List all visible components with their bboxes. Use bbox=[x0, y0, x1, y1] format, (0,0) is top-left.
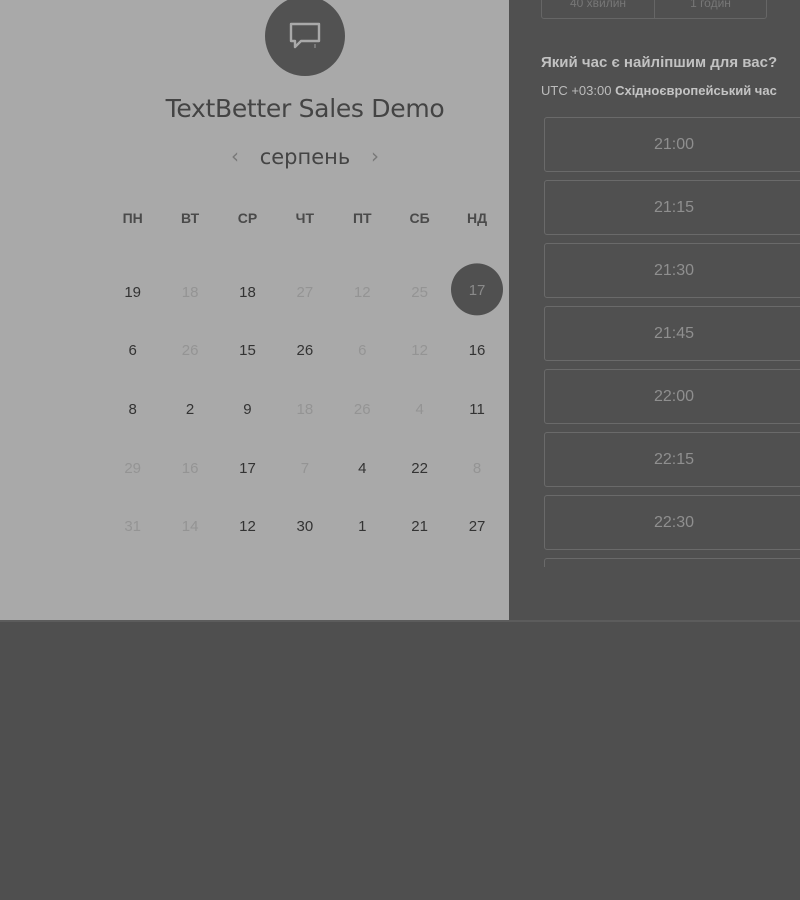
time-slot-button[interactable]: 21:00 bbox=[544, 117, 800, 172]
calendar-day[interactable]: 30 bbox=[276, 497, 333, 556]
calendar-day[interactable]: 18 bbox=[219, 263, 276, 322]
calendar-day-disabled: 31 bbox=[124, 518, 142, 536]
calendar-day-selected[interactable]: 17 bbox=[448, 263, 505, 322]
time-slot-button[interactable]: 22:15 bbox=[544, 432, 800, 487]
timezone-name: Східноєвропейський час bbox=[615, 83, 777, 98]
time-slot-button[interactable]: 22:30 bbox=[544, 495, 800, 550]
prev-month-button[interactable]: ‹ bbox=[217, 144, 253, 168]
weekday-label: СБ bbox=[409, 210, 430, 226]
duration-tabs: 40 хвилин 1 годин bbox=[541, 0, 767, 19]
calendar-day[interactable]: 15 bbox=[219, 322, 276, 381]
weekday-label: ПН bbox=[122, 210, 143, 226]
calendar-day[interactable]: 21 bbox=[391, 497, 448, 556]
month-label: серпень bbox=[259, 145, 351, 169]
weekday-label: СР bbox=[237, 210, 258, 226]
weekday-label: ПТ bbox=[352, 210, 372, 226]
next-month-button[interactable]: › bbox=[357, 144, 393, 168]
time-slot-button[interactable]: 21:15 bbox=[544, 180, 800, 235]
calendar-day[interactable]: 12 bbox=[219, 497, 276, 556]
calendar-day-disabled: 12 bbox=[353, 283, 371, 301]
calendar-week: 29 16 17 7 4 22 8 bbox=[104, 439, 506, 498]
timezone-offset: UTC +03:00 bbox=[541, 83, 612, 98]
time-slot-button[interactable]: 22:00 bbox=[544, 369, 800, 424]
weekday-label: НД bbox=[466, 210, 488, 226]
calendar-week: 19 18 18 27 12 25 17 bbox=[104, 263, 506, 322]
time-slot-button[interactable]: 21:30 bbox=[544, 243, 800, 298]
logo bbox=[265, 0, 345, 76]
calendar-day-disabled: 7 bbox=[300, 459, 310, 477]
duration-tab-40-min[interactable]: 40 хвилин bbox=[542, 0, 654, 18]
duration-tab-1-hour[interactable]: 1 годин bbox=[654, 0, 766, 18]
calendar-day[interactable]: 8 bbox=[104, 380, 161, 439]
weekday-header: ПН ВТ СР ЧТ ПТ СБ НД bbox=[104, 200, 506, 236]
calendar-day-disabled: 8 bbox=[472, 459, 482, 477]
calendar-day-disabled: 12 bbox=[411, 342, 428, 360]
calendar-day[interactable]: 2 bbox=[161, 380, 218, 439]
calendar-day[interactable]: 4 bbox=[334, 439, 391, 498]
divider bbox=[0, 620, 800, 622]
calendar-week: 8 2 9 18 26 4 11 bbox=[104, 380, 506, 439]
calendar-day-number: 17 bbox=[468, 281, 486, 299]
timezone-selector[interactable]: UTC +03:00 Східноєвропейський час bbox=[541, 83, 777, 98]
time-slot-button[interactable]: 21:45 bbox=[544, 306, 800, 361]
time-question-heading: Який час є найліпшим для вас? bbox=[541, 54, 778, 71]
chat-bubble-icon bbox=[289, 22, 321, 49]
calendar-day-disabled: 4 bbox=[415, 400, 424, 418]
weekday-label: ЧТ bbox=[295, 210, 315, 226]
calendar-day[interactable]: 19 bbox=[104, 263, 161, 322]
time-slot-button[interactable] bbox=[544, 558, 800, 567]
time-slot-panel: 40 хвилин 1 годин Який час є найліпшим д… bbox=[509, 0, 800, 620]
calendar-day-disabled: 26 bbox=[353, 400, 371, 418]
calendar-day-disabled: 16 bbox=[181, 459, 199, 477]
calendar-panel: TextBetter Sales Demo ‹ серпень › ПН ВТ … bbox=[0, 0, 509, 620]
calendar-day[interactable]: 9 bbox=[219, 380, 276, 439]
calendar-day-disabled: 18 bbox=[181, 283, 199, 301]
calendar-day-disabled: 6 bbox=[358, 342, 367, 360]
calendar-day-disabled: 26 bbox=[181, 342, 199, 360]
calendar-week: 6 26 15 26 6 12 16 bbox=[104, 322, 506, 381]
calendar-day[interactable]: 16 bbox=[448, 322, 505, 381]
calendar-week: 31 14 12 30 1 21 27 bbox=[104, 497, 506, 556]
calendar-grid: ПН ВТ СР ЧТ ПТ СБ НД 19 18 18 27 12 25 1… bbox=[104, 200, 506, 556]
calendar-day[interactable]: 27 bbox=[448, 497, 505, 556]
weekday-label: ВТ bbox=[181, 210, 200, 226]
time-slot-list[interactable]: 21:00 21:15 21:30 21:45 22:00 22:15 22:3… bbox=[544, 117, 800, 567]
calendar-day[interactable]: 1 bbox=[334, 497, 391, 556]
calendar-day[interactable]: 11 bbox=[448, 380, 505, 439]
calendar-day-disabled: 18 bbox=[296, 400, 314, 418]
calendar-day[interactable]: 26 bbox=[276, 322, 333, 381]
calendar-day[interactable]: 17 bbox=[219, 439, 276, 498]
calendar-day-disabled: 14 bbox=[181, 518, 199, 536]
calendar-day-disabled: 27 bbox=[296, 283, 314, 301]
calendar-day[interactable]: 22 bbox=[391, 439, 448, 498]
calendar-day-disabled: 25 bbox=[411, 283, 428, 301]
calendar-day-disabled: 29 bbox=[124, 459, 142, 477]
calendar-day[interactable]: 6 bbox=[104, 322, 161, 381]
